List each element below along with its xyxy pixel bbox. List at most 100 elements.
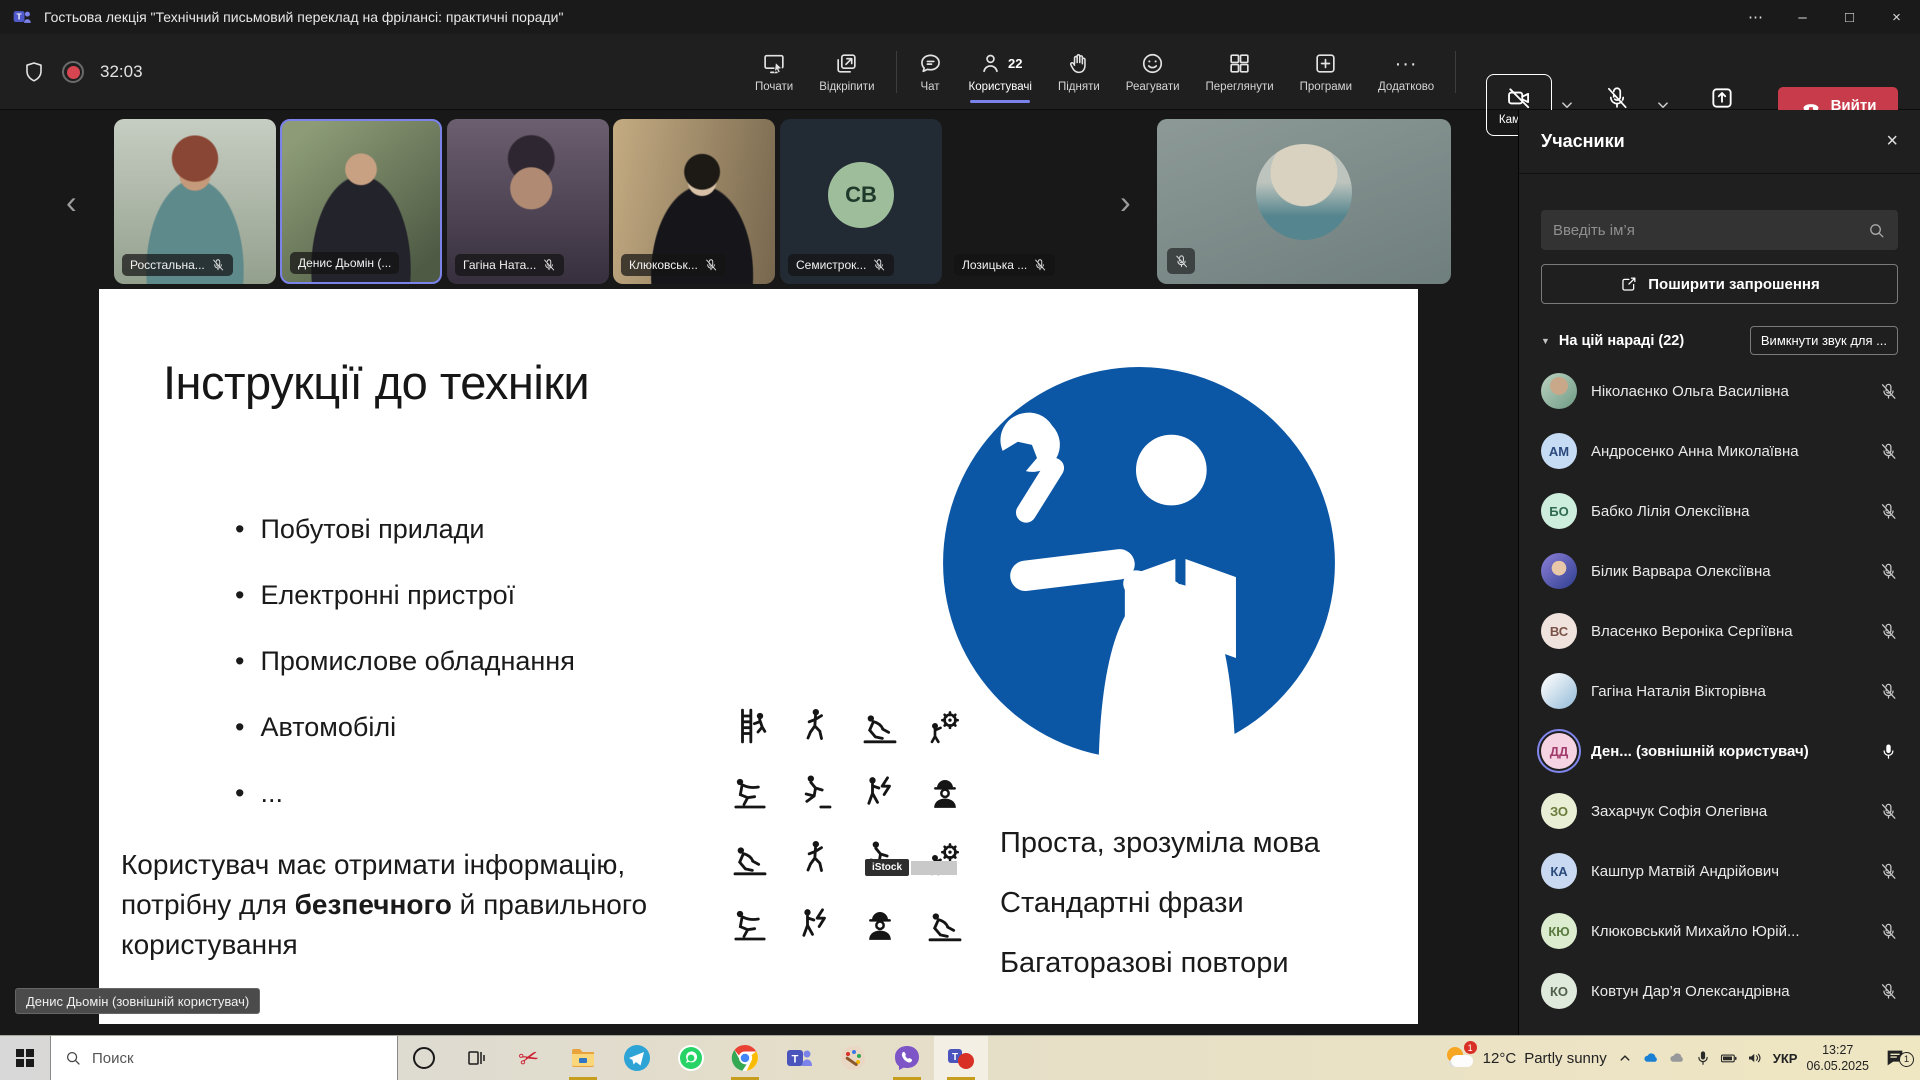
battery-icon[interactable] <box>1720 1049 1738 1067</box>
tab-more[interactable]: ··· Додатково <box>1365 34 1447 110</box>
tab-view[interactable]: Переглянути <box>1193 34 1287 110</box>
toolbar-tabs: Почати Відкріпити Чат 22 Користувачі Під… <box>742 34 1464 110</box>
participant-row[interactable]: АМ Андросенко Анна Миколаївна <box>1519 421 1920 481</box>
tile-name-pill: Семистрок... <box>788 254 894 276</box>
participant-row[interactable]: КА Кашпур Матвій Андрійович <box>1519 841 1920 901</box>
mic-muted-icon[interactable] <box>1879 862 1898 881</box>
mic-muted-badge <box>1167 248 1195 274</box>
mic-muted-icon[interactable] <box>1879 982 1898 1001</box>
task-view-button[interactable] <box>450 1036 502 1080</box>
mic-muted-icon[interactable] <box>1879 802 1898 821</box>
participant-row[interactable]: Ніколаєнко Ольга Василівна <box>1519 361 1920 421</box>
participant-row-speaking[interactable]: ДД Ден... (зовнішній користувач) <box>1519 721 1920 781</box>
falling-person-pictogram <box>925 904 965 944</box>
participant-row[interactable]: ВС Власенко Вероніка Сергіївна <box>1519 601 1920 661</box>
window-close-button[interactable]: × <box>1873 0 1920 34</box>
participants-search-input[interactable] <box>1553 222 1859 239</box>
participants-panel: Учасники × Поширити запрошення ▼ На цій … <box>1518 110 1920 1035</box>
slide-bullet: ... <box>235 760 575 826</box>
mic-muted-icon[interactable] <box>1879 382 1898 401</box>
participant-row[interactable]: ЗО Захарчук Софія Олегівна <box>1519 781 1920 841</box>
title-bar: T Гостьова лекція "Технічний письмовий п… <box>0 0 1920 34</box>
onedrive-icon[interactable] <box>1642 1049 1660 1067</box>
language-indicator[interactable]: УКР <box>1773 1051 1798 1066</box>
participant-row[interactable]: КО Ковтун Дар’я Олександрівна <box>1519 961 1920 1021</box>
video-tile[interactable]: Росстальна... <box>114 119 276 284</box>
speaker-icon[interactable] <box>1746 1049 1764 1067</box>
read-instructions-icon <box>937 361 1341 765</box>
strip-scroll-left-button[interactable]: ‹ <box>66 184 77 221</box>
video-tile[interactable]: Лозицька ... <box>946 119 1108 284</box>
taskbar-app-telegram[interactable] <box>610 1036 664 1080</box>
tile-name-pill: Денис Дьомін (... <box>290 252 399 274</box>
start-button[interactable] <box>0 1036 50 1080</box>
participant-row[interactable]: КЮ Клюковський Михайло Юрій... <box>1519 901 1920 961</box>
meeting-toolbar: 32:03 Почати Відкріпити Чат 22 Користува… <box>0 34 1920 110</box>
tray-mic-icon[interactable] <box>1694 1049 1712 1067</box>
avatar <box>1541 673 1577 709</box>
taskbar-app-viber[interactable] <box>880 1036 934 1080</box>
slide-right-line: Стандартні фрази <box>1000 873 1320 933</box>
clock[interactable]: 13:27 06.05.2025 <box>1806 1042 1869 1074</box>
video-tile-active-speaker[interactable]: Денис Дьомін (... <box>280 119 442 284</box>
mic-muted-icon[interactable] <box>1879 562 1898 581</box>
video-tile[interactable]: Гагіна Ната... <box>447 119 609 284</box>
window-more-button[interactable]: ⋯ <box>1732 0 1779 34</box>
tab-unpin[interactable]: Відкріпити <box>806 34 887 110</box>
taskbar-app-snipping[interactable]: ✂ <box>502 1036 556 1080</box>
slip-pictogram <box>730 904 770 944</box>
taskbar-app-chrome[interactable] <box>718 1036 772 1080</box>
taskbar-app-teams[interactable]: T <box>772 1036 826 1080</box>
tab-chat[interactable]: Чат <box>905 34 956 110</box>
slide-bullet: Промислове обладнання <box>235 628 575 694</box>
taskbar-app-paint[interactable] <box>826 1036 880 1080</box>
mic-muted-icon[interactable] <box>1879 922 1898 941</box>
close-panel-icon[interactable]: × <box>1886 130 1898 153</box>
tab-react[interactable]: Реагувати <box>1113 34 1193 110</box>
taskbar-search[interactable] <box>50 1036 398 1080</box>
taskbar-search-input[interactable] <box>92 1050 384 1067</box>
slide-bullet: Побутові прилади <box>235 496 575 562</box>
collapse-triangle-icon[interactable]: ▼ <box>1541 336 1550 346</box>
tile-name-pill: Клюковськ... <box>621 254 726 276</box>
video-tile-wide[interactable] <box>1157 119 1451 284</box>
teams-meeting-icon: T <box>947 1044 975 1072</box>
mic-on-icon[interactable] <box>1879 742 1898 761</box>
mic-muted-icon[interactable] <box>1879 442 1898 461</box>
mute-all-button[interactable]: Вимкнути звук для ... <box>1750 326 1898 355</box>
taskbar-app-explorer[interactable] <box>556 1036 610 1080</box>
video-tile[interactable]: Клюковськ... <box>613 119 775 284</box>
action-center-button[interactable]: 1 <box>1878 1047 1912 1069</box>
video-tile[interactable]: СВ Семистрок... <box>780 119 942 284</box>
viber-icon <box>893 1044 921 1072</box>
view-grid-icon <box>1227 51 1252 76</box>
share-invite-button[interactable]: Поширити запрошення <box>1541 264 1898 304</box>
mic-muted-icon[interactable] <box>1879 502 1898 521</box>
participant-row[interactable]: Білик Варвара Олексіївна <box>1519 541 1920 601</box>
avatar-initials: КО <box>1541 973 1577 1009</box>
participants-search[interactable] <box>1541 210 1898 250</box>
cortana-button[interactable] <box>398 1036 450 1080</box>
weather-widget[interactable]: 1 12°C Partly sunny <box>1445 1045 1607 1071</box>
mic-muted-icon[interactable] <box>1879 682 1898 701</box>
strip-scroll-right-button[interactable]: › <box>1120 184 1131 221</box>
avatar-initials: ДД <box>1541 733 1577 769</box>
tab-apps[interactable]: Програми <box>1287 34 1365 110</box>
file-explorer-icon <box>569 1044 597 1072</box>
tab-participants[interactable]: 22 Користувачі <box>956 34 1045 110</box>
taskbar-app-whatsapp[interactable] <box>664 1036 718 1080</box>
participant-row[interactable]: БО Бабко Лілія Олексіївна <box>1519 481 1920 541</box>
avatar-initials: КА <box>1541 853 1577 889</box>
tab-raise-hand[interactable]: Підняти <box>1045 34 1113 110</box>
mic-muted-icon[interactable] <box>1879 622 1898 641</box>
tab-start[interactable]: Почати <box>742 34 806 110</box>
taskbar-app-teams-meeting[interactable]: T <box>934 1036 988 1080</box>
participant-row[interactable]: Гагіна Наталія Вікторівна <box>1519 661 1920 721</box>
window-maximize-button[interactable]: □ <box>1826 0 1873 34</box>
participants-title: Учасники <box>1541 131 1886 152</box>
tray-chevron-up-icon[interactable] <box>1616 1049 1634 1067</box>
cloud-icon[interactable] <box>1668 1049 1686 1067</box>
camera-off-icon <box>1506 85 1532 111</box>
walking-person-pictogram <box>795 838 835 878</box>
window-minimize-button[interactable]: – <box>1779 0 1826 34</box>
